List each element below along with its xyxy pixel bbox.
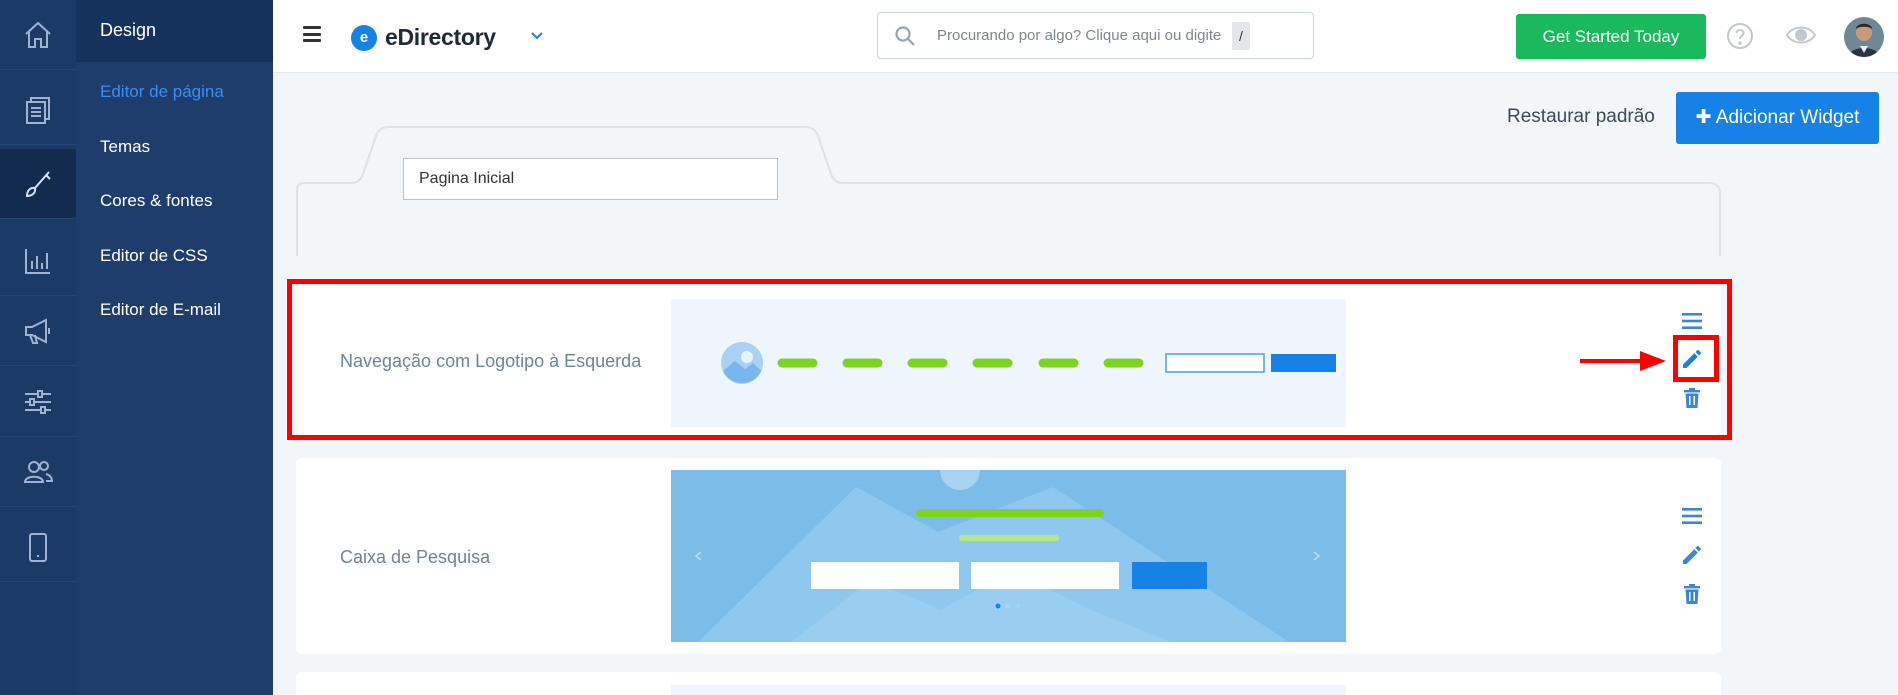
page-name-field[interactable] [403, 158, 778, 200]
annotation-highlight-box [287, 279, 1732, 440]
widget-card-search-box: Caixa de Pesquisa [296, 458, 1721, 654]
search-icon [895, 26, 915, 46]
users-icon [23, 460, 54, 483]
rail-marketing[interactable] [0, 296, 76, 366]
annotation-arrow [1580, 351, 1666, 371]
subnav-item-css-editor[interactable]: Editor de CSS [100, 246, 208, 266]
design-subnav: Design Editor de página Temas Cores & fo… [76, 0, 273, 695]
widget-preview-partial [671, 685, 1346, 695]
restore-default-link[interactable]: Restaurar padrão [1507, 106, 1655, 128]
search-box[interactable]: Procurando por algo? Clique aqui ou digi… [877, 12, 1314, 59]
subnav-item-colors-fonts[interactable]: Cores & fontes [100, 191, 212, 211]
edit-pencil-icon[interactable] [1680, 543, 1704, 567]
subnav-item-themes[interactable]: Temas [100, 137, 150, 157]
widget-label: Caixa de Pesquisa [340, 547, 491, 567]
widget-preview-search-box [671, 470, 1346, 642]
brush-icon [25, 170, 51, 197]
rail-users[interactable] [0, 437, 76, 507]
eye-icon[interactable] [1785, 24, 1817, 46]
trash-icon[interactable] [1680, 582, 1704, 606]
widget-card-partial [296, 672, 1721, 695]
annotation-pencil-box [1673, 335, 1719, 382]
get-started-button[interactable]: Get Started Today [1516, 14, 1706, 59]
home-icon [25, 21, 51, 48]
add-widget-label: Adicionar Widget [1715, 107, 1860, 128]
logo-mark: e [351, 24, 377, 51]
help-icon[interactable] [1726, 22, 1754, 50]
rail-reports[interactable] [0, 226, 76, 296]
chart-icon [25, 248, 50, 274]
rail-mobile[interactable] [0, 512, 76, 582]
rail-settings[interactable] [0, 367, 76, 437]
icon-rail [0, 0, 76, 695]
mobile-icon [29, 532, 47, 562]
logo-text: eDirectory [385, 24, 496, 50]
rail-pages[interactable] [0, 75, 76, 145]
chevron-down-icon[interactable] [529, 28, 545, 44]
plus-icon: ✚ [1695, 107, 1712, 128]
search-placeholder: Procurando por algo? Clique aqui ou digi… [937, 27, 1222, 44]
subnav-item-email-editor[interactable]: Editor de E-mail [100, 300, 221, 320]
rail-design[interactable] [0, 149, 76, 219]
subnav-title: Design [76, 0, 273, 62]
avatar[interactable] [1844, 17, 1884, 57]
subnav-item-page-editor[interactable]: Editor de página [100, 82, 224, 102]
menu-icon[interactable] [303, 26, 321, 42]
top-bar: e eDirectory Procurando por algo? Clique… [273, 0, 1898, 73]
search-shortcut-key: / [1232, 22, 1250, 50]
megaphone-icon [25, 317, 50, 344]
rail-home[interactable] [0, 0, 76, 70]
reorder-icon[interactable] [1680, 504, 1704, 528]
pages-icon [26, 96, 50, 124]
brand-logo[interactable]: e eDirectory [351, 24, 496, 51]
sliders-icon [25, 389, 51, 414]
